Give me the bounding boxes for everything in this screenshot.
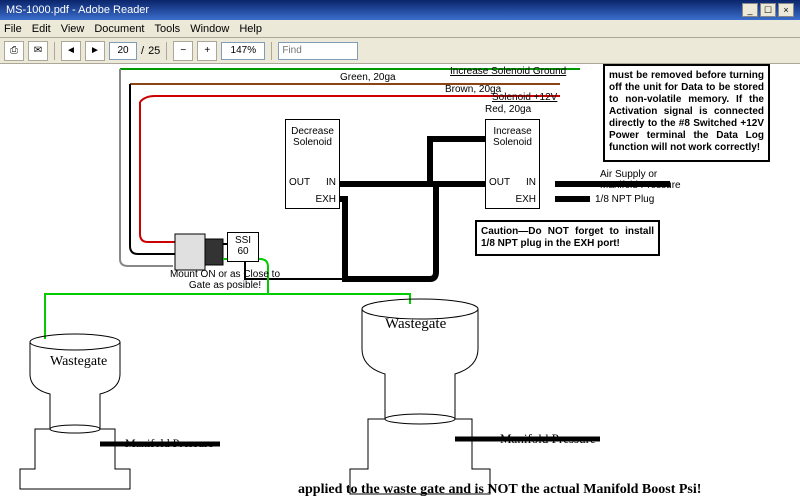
wastegate2-label: Wastegate [385, 316, 446, 333]
ssi-mount-label: Mount ON or as Close to Gate as posible! [160, 269, 290, 291]
inc-out-port: OUT [489, 177, 510, 188]
air-supply-label: Air Supply or Manifold Pressure [600, 169, 690, 191]
ssi-box: SSI 60 [227, 232, 259, 262]
page-sep: / [141, 45, 144, 57]
solenoid-12v-label: Solenoid +12V [492, 92, 557, 103]
menu-window[interactable]: Window [190, 23, 229, 35]
find-input[interactable] [278, 42, 358, 60]
menubar: File Edit View Document Tools Window Hel… [0, 20, 800, 38]
dec-sol-label: Decrease Solenoid [286, 126, 339, 148]
next-page-button[interactable]: ► [85, 41, 105, 61]
manifold2-label: Manifold Pressure [500, 431, 596, 447]
prev-page-button[interactable]: ◄ [61, 41, 81, 61]
dec-in-port: IN [326, 177, 336, 188]
window-title: MS-1000.pdf - Adobe Reader [6, 4, 149, 16]
menu-file[interactable]: File [4, 23, 22, 35]
zoom-in-button[interactable]: + [197, 41, 217, 61]
caution-text: Caution—Do NOT forget to install 1/8 NPT… [481, 226, 654, 249]
toolbar: ⎙ ✉ ◄ ► / 25 − + [0, 38, 800, 64]
dec-exh-port: EXH [315, 194, 336, 205]
increase-ground-label: Increase Solenoid Ground [450, 66, 566, 77]
npt-plug-label: 1/8 NPT Plug [595, 194, 655, 205]
dec-out-port: OUT [289, 177, 310, 188]
wastegate1-label: Wastegate [50, 354, 107, 370]
mail-icon[interactable]: ✉ [28, 41, 48, 61]
wire-red-label: Red, 20ga [485, 104, 531, 115]
minimize-button[interactable]: _ [742, 3, 758, 17]
document-canvas: Green, 20ga Increase Solenoid Ground Bro… [0, 64, 800, 500]
bottom-note: applied to the waste gate and is NOT the… [298, 482, 701, 498]
menu-help[interactable]: Help [239, 23, 262, 35]
page-count: 25 [148, 45, 160, 57]
menu-edit[interactable]: Edit [32, 23, 51, 35]
inc-sol-label: Increase Solenoid [486, 126, 539, 148]
menu-tools[interactable]: Tools [155, 23, 181, 35]
inc-in-port: IN [526, 177, 536, 188]
zoom-out-button[interactable]: − [173, 41, 193, 61]
maximize-button[interactable]: ☐ [760, 3, 776, 17]
increase-solenoid-box: Increase Solenoid IN OUT EXH [485, 119, 540, 209]
caution-box: Caution—Do NOT forget to install 1/8 NPT… [475, 220, 660, 256]
window-titlebar: MS-1000.pdf - Adobe Reader _ ☐ × [0, 0, 800, 20]
manifold1-label: Manifold Pressure [125, 436, 213, 451]
close-button[interactable]: × [778, 3, 794, 17]
note-box: must be removed before turning off the u… [603, 64, 770, 162]
decrease-solenoid-box: Decrease Solenoid IN OUT EXH [285, 119, 340, 209]
menu-document[interactable]: Document [94, 23, 144, 35]
zoom-input[interactable] [221, 42, 265, 60]
inc-exh-port: EXH [515, 194, 536, 205]
menu-view[interactable]: View [61, 23, 85, 35]
print-icon[interactable]: ⎙ [4, 41, 24, 61]
wire-green-label: Green, 20ga [340, 72, 396, 83]
page-input[interactable] [109, 42, 137, 60]
